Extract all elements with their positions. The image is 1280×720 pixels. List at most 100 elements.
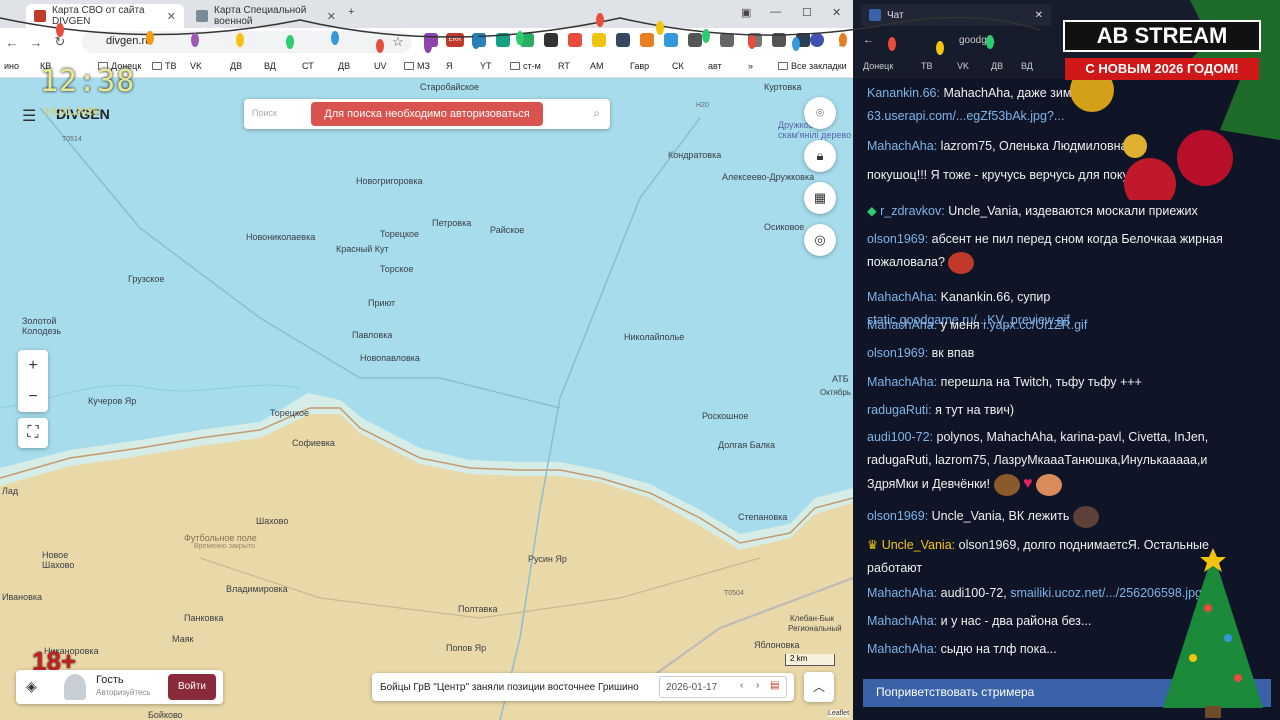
chat-link[interactable]: 63.userapi.com/...egZf53bAk.jpg?... xyxy=(867,109,1064,123)
extension-icon[interactable] xyxy=(472,33,486,47)
layers-icon[interactable]: ◈ xyxy=(26,678,37,695)
chat-nick[interactable]: MahachAha: xyxy=(867,318,937,332)
fullscreen-icon[interactable]: ⛶ xyxy=(18,418,48,448)
extension-icon[interactable] xyxy=(568,33,582,47)
extension-icon[interactable] xyxy=(544,33,558,47)
zoom-in-button[interactable]: + xyxy=(18,350,48,381)
chat-nick[interactable]: MahachAha: xyxy=(867,375,937,389)
address-bar[interactable]: divgen.ru xyxy=(82,31,412,53)
menu-dots-icon[interactable]: ⋮ xyxy=(834,34,846,48)
bookmark-item[interactable]: Я xyxy=(446,61,453,71)
download-icon[interactable] xyxy=(796,33,810,47)
calendar-icon[interactable]: ▤ xyxy=(770,680,779,691)
chevron-left-icon[interactable]: ‹ xyxy=(740,680,743,691)
reload-icon[interactable]: ↻ xyxy=(48,34,72,50)
bookmark-item[interactable]: ТВ xyxy=(921,61,933,71)
extension-icon[interactable] xyxy=(424,33,438,47)
extension-icon[interactable] xyxy=(616,33,630,47)
login-button[interactable]: Войти xyxy=(168,674,216,700)
chat-nick[interactable]: olson1969: xyxy=(867,232,928,246)
map-canvas[interactable]: Старобайское Куртовка Кондратовка Дружко… xyxy=(0,78,853,720)
map-search-box[interactable]: Поиск Для поиска необходимо авторизовать… xyxy=(244,99,610,129)
bookmark-item[interactable]: ДВ xyxy=(338,61,350,71)
bookmark-item[interactable]: ВД xyxy=(1021,61,1033,71)
tab-search-icon[interactable]: ▣ xyxy=(741,6,751,19)
ruler-icon[interactable]: ▦ xyxy=(804,182,836,214)
bookmark-item[interactable]: СТ xyxy=(302,61,314,71)
bookmark-item[interactable]: ТВ xyxy=(152,61,177,71)
zoom-out-button[interactable]: − xyxy=(18,381,48,412)
bookmark-item[interactable]: Донецк xyxy=(863,61,893,71)
bookmark-item[interactable]: ДВ xyxy=(230,61,242,71)
date-picker[interactable]: 2026-01-17 ‹ › ▤ xyxy=(659,676,787,698)
auth-required-button[interactable]: Для поиска необходимо авторизоваться xyxy=(311,102,543,126)
bookmark-star-icon[interactable]: ☆ xyxy=(392,34,404,50)
new-tab-button[interactable]: + xyxy=(348,6,354,18)
bookmark-item[interactable]: UV xyxy=(374,61,387,71)
chevron-right-icon[interactable]: › xyxy=(756,680,759,691)
news-ticker[interactable]: Бойцы ГрВ "Центр" заняли позиции восточн… xyxy=(372,673,794,701)
menu-hamburger-icon[interactable]: ☰ xyxy=(22,106,36,126)
bookmark-item[interactable]: ВД xyxy=(264,61,276,71)
url-text[interactable]: goodg... xyxy=(959,35,995,46)
minimize-icon[interactable]: — xyxy=(770,6,781,18)
back-arrow-icon[interactable]: ← xyxy=(0,35,24,50)
bookmark-item[interactable]: СК xyxy=(672,61,684,71)
lock-icon[interactable]: 🔒︎ xyxy=(804,140,836,172)
target-icon[interactable]: ◎ xyxy=(804,224,836,256)
tab-chat[interactable]: Чат ✕ xyxy=(861,4,1051,26)
extension-icon[interactable] xyxy=(748,33,762,47)
bookmark-item[interactable]: Гавр xyxy=(630,61,649,71)
tab-map-divgen[interactable]: Карта СВО от сайта DIVGEN ✕ xyxy=(26,4,184,28)
chat-nick[interactable]: MahachAha: xyxy=(867,586,937,600)
chat-link[interactable]: i.yapx.cc/Ui1ZR.gif xyxy=(983,318,1087,332)
news-text[interactable]: Бойцы ГрВ "Центр" заняли позиции восточн… xyxy=(380,682,639,693)
chevron-up-icon[interactable]: ︿ xyxy=(804,672,834,702)
close-window-icon[interactable]: ✕ xyxy=(832,6,841,19)
back-arrow-icon[interactable]: ← xyxy=(863,34,874,46)
tab-special-map[interactable]: Карта Специальной военной ✕ xyxy=(188,4,344,28)
close-tab-icon[interactable]: ✕ xyxy=(327,10,336,23)
maximize-icon[interactable]: ☐ xyxy=(802,6,812,19)
chat-nick[interactable]: olson1969: xyxy=(867,509,928,523)
place-label: Попов Яр xyxy=(446,643,487,653)
bookmark-item[interactable]: ино xyxy=(4,61,19,71)
chat-nick[interactable]: MahachAha: xyxy=(867,642,937,656)
chat-nick[interactable]: radugaRuti: xyxy=(867,403,932,417)
chat-nick[interactable]: MahachAha: xyxy=(867,139,937,153)
extension-icon[interactable] xyxy=(640,33,654,47)
location-pin-icon[interactable]: ⌾ xyxy=(804,97,836,129)
forward-arrow-icon[interactable]: → xyxy=(24,35,48,50)
chat-nick[interactable]: Kanankin.66: xyxy=(867,86,940,100)
bookmark-item[interactable]: VK xyxy=(957,61,969,71)
bookmark-item[interactable]: ст-м xyxy=(510,61,541,71)
bookmark-item[interactable]: YT xyxy=(480,61,492,71)
sidepanel-icon[interactable] xyxy=(772,33,786,47)
extension-err-icon[interactable]: ERR xyxy=(446,33,464,47)
bookmark-item[interactable]: МЗ xyxy=(404,61,430,71)
chat-nick[interactable]: r_zdravkov: xyxy=(880,204,945,218)
bookmark-item[interactable]: ДВ xyxy=(991,61,1003,71)
extension-icon[interactable] xyxy=(592,33,606,47)
bookmark-item[interactable]: АМ xyxy=(590,61,604,71)
chat-nick[interactable]: olson1969: xyxy=(867,346,928,360)
bookmark-item[interactable]: RT xyxy=(558,61,570,71)
extension-icon[interactable] xyxy=(496,33,510,47)
profile-avatar-icon[interactable] xyxy=(810,33,824,47)
extension-icon[interactable] xyxy=(720,33,734,47)
bookmarks-overflow-icon[interactable]: » xyxy=(748,61,753,71)
chat-nick[interactable]: MahachAha: xyxy=(867,614,937,628)
extensions-puzzle-icon[interactable] xyxy=(688,33,702,47)
extension-icon[interactable] xyxy=(664,33,678,47)
close-tab-icon[interactable]: ✕ xyxy=(167,10,176,23)
extension-icon[interactable] xyxy=(520,33,534,47)
attribution[interactable]: Leaflet xyxy=(828,710,850,717)
chat-nick[interactable]: MahachAha: xyxy=(867,290,937,304)
search-icon[interactable]: ⌕ xyxy=(593,106,600,121)
chat-nick[interactable]: Uncle_Vania: xyxy=(882,538,955,552)
chat-nick[interactable]: audi100-72: xyxy=(867,430,933,444)
tab-label: Чат xyxy=(887,9,904,21)
all-bookmarks-folder[interactable]: Все закладки xyxy=(778,61,847,71)
bookmark-item[interactable]: VK xyxy=(190,61,202,71)
bookmark-item[interactable]: авт xyxy=(708,61,722,71)
